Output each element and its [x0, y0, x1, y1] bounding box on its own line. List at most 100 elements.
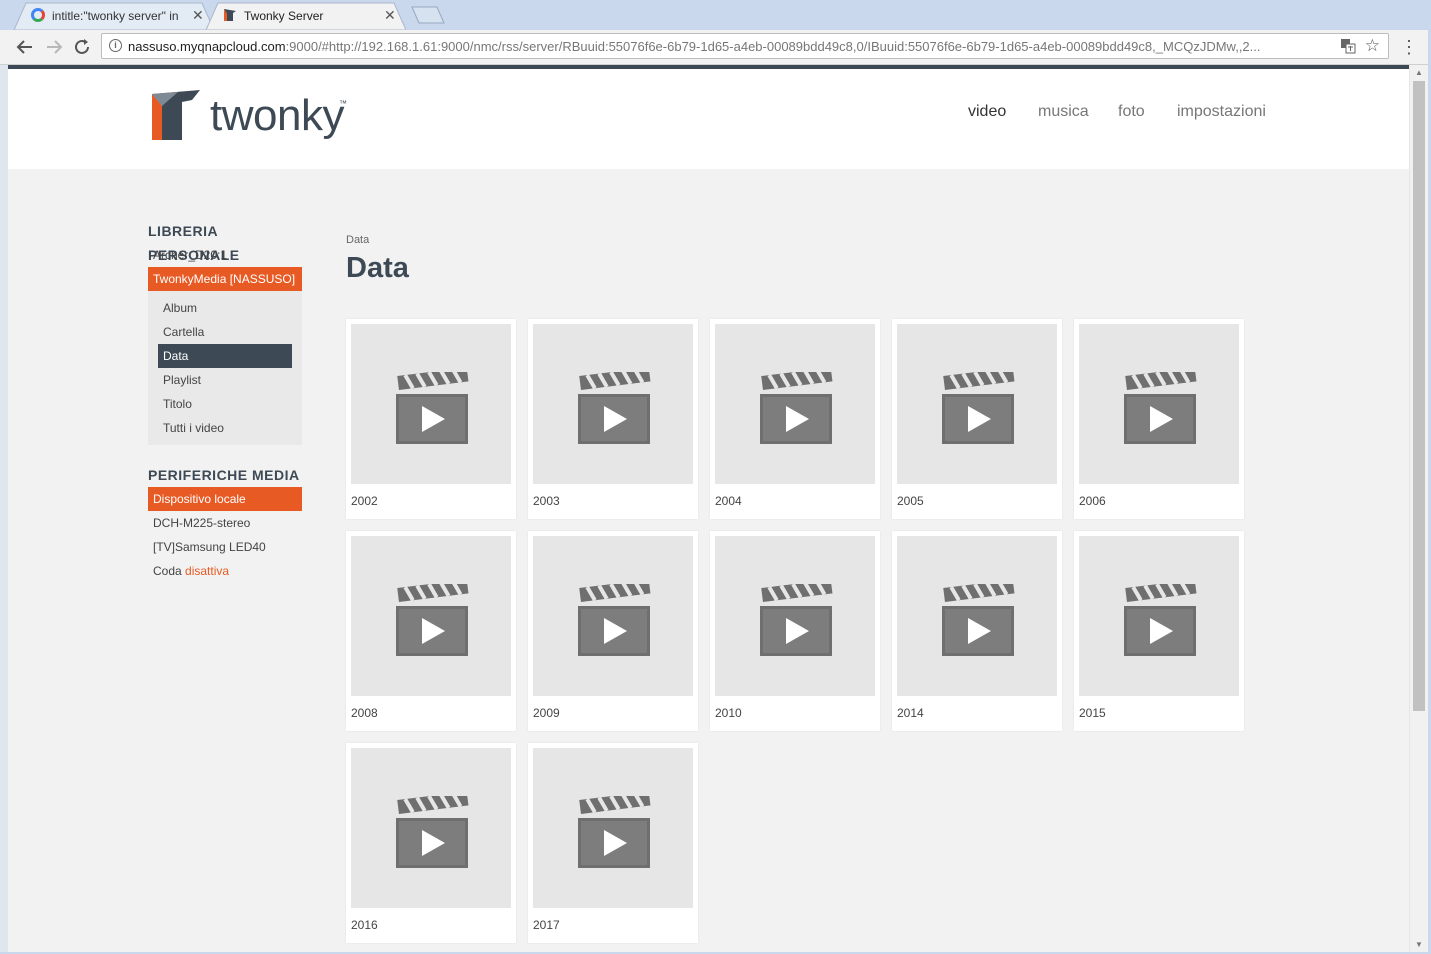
- logo-trademark: ™: [339, 99, 347, 108]
- video-folder-card[interactable]: 2002: [346, 319, 516, 519]
- queue-item: Coda disattiva: [148, 559, 302, 583]
- browser-menu-icon[interactable]: ⋮: [1400, 37, 1418, 57]
- video-thumbnail[interactable]: [1079, 536, 1239, 696]
- tab-title: Twonky Server: [244, 9, 324, 23]
- video-folder-card[interactable]: 2017: [528, 743, 698, 943]
- queue-label: Coda: [153, 564, 182, 578]
- close-icon[interactable]: ✕: [384, 7, 396, 24]
- sub-item-playlist[interactable]: Playlist: [148, 368, 302, 392]
- url-host: nassuso.myqnapcloud.com: [128, 39, 286, 54]
- video-thumbnail[interactable]: [1079, 324, 1239, 484]
- video-folder-label: 2003: [533, 494, 560, 508]
- device-item-local[interactable]: Dispositivo locale: [148, 487, 302, 511]
- tab-title: intitle:"twonky server" in: [52, 9, 179, 23]
- info-icon[interactable]: i: [109, 39, 122, 52]
- video-folder-label: 2008: [351, 706, 378, 720]
- devices-heading: PERIFERICHE MEDIA: [148, 467, 300, 483]
- video-thumbnail[interactable]: [715, 536, 875, 696]
- sub-item-titolo[interactable]: Titolo: [148, 392, 302, 416]
- nav-foto[interactable]: foto: [1118, 103, 1145, 121]
- google-icon: [31, 8, 45, 22]
- video-thumbnail[interactable]: [715, 324, 875, 484]
- scroll-up-icon[interactable]: ▲: [1410, 68, 1428, 77]
- video-clapper-icon: [1124, 372, 1197, 444]
- forward-icon[interactable]: [43, 36, 65, 58]
- video-folder-card[interactable]: 2009: [528, 531, 698, 731]
- back-icon[interactable]: [14, 36, 36, 58]
- device-item-samsung[interactable]: [TV]Samsung LED40: [148, 535, 302, 559]
- sub-item-album[interactable]: Album: [148, 296, 302, 320]
- video-folder-card[interactable]: 2010: [710, 531, 880, 731]
- nav-impostazioni[interactable]: impostazioni: [1177, 103, 1266, 121]
- video-folder-label: 2006: [1079, 494, 1106, 508]
- video-folder-label: 2014: [897, 706, 924, 720]
- nav-video[interactable]: video: [968, 103, 1006, 121]
- reload-icon[interactable]: [71, 36, 93, 58]
- video-folder-label: 2002: [351, 494, 378, 508]
- video-folder-label: 2005: [897, 494, 924, 508]
- sub-item-tutti-i-video[interactable]: Tutti i video: [148, 416, 302, 440]
- video-thumbnail[interactable]: [897, 536, 1057, 696]
- video-folder-label: 2015: [1079, 706, 1106, 720]
- browser-tab-google-search[interactable]: intitle:"twonky server" in ✕: [14, 2, 214, 30]
- video-clapper-icon: [1124, 584, 1197, 656]
- bookmark-star-icon[interactable]: ☆: [1365, 36, 1380, 56]
- twonky-logo-mark: [152, 90, 200, 140]
- sidebar: LIBRERIA PERSONALE Archer_D20:1 TwonkyMe…: [148, 219, 302, 583]
- site-header: twonky ™ video musica foto impostazioni: [8, 69, 1409, 169]
- video-folder-label: 2017: [533, 918, 560, 932]
- video-clapper-icon: [396, 796, 469, 868]
- scroll-down-icon[interactable]: ▼: [1410, 940, 1428, 949]
- video-folder-card[interactable]: 2005: [892, 319, 1062, 519]
- video-clapper-icon: [942, 584, 1015, 656]
- video-folder-card[interactable]: 2014: [892, 531, 1062, 731]
- video-thumbnail[interactable]: [351, 748, 511, 908]
- video-clapper-icon: [760, 372, 833, 444]
- video-thumbnail[interactable]: [897, 324, 1057, 484]
- library-item-archer[interactable]: Archer_D20:1: [148, 243, 302, 267]
- video-folder-label: 2004: [715, 494, 742, 508]
- video-thumbnail[interactable]: [533, 748, 693, 908]
- video-thumbnail[interactable]: [533, 324, 693, 484]
- new-tab-button[interactable]: [411, 6, 445, 24]
- browser-tab-strip: intitle:"twonky server" in ✕ Twonky Serv…: [0, 0, 1431, 30]
- page-viewport: twonky ™ video musica foto impostazioni …: [8, 65, 1409, 952]
- url-text: nassuso.myqnapcloud.com:9000/#http://192…: [128, 39, 1328, 54]
- library-heading: LIBRERIA PERSONALE: [148, 223, 240, 263]
- breadcrumb[interactable]: Data: [346, 234, 369, 246]
- twonky-logo[interactable]: twonky ™: [148, 88, 358, 144]
- url-path: :9000/#http://192.168.1.61:9000/nmc/rss/…: [285, 39, 1261, 54]
- video-clapper-icon: [396, 372, 469, 444]
- video-folder-card[interactable]: 2015: [1074, 531, 1244, 731]
- sub-item-cartella[interactable]: Cartella: [148, 320, 302, 344]
- scrollbar-thumb[interactable]: [1413, 81, 1425, 711]
- video-thumbnail[interactable]: [533, 536, 693, 696]
- video-folder-card[interactable]: 2016: [346, 743, 516, 943]
- video-thumbnail[interactable]: [351, 536, 511, 696]
- queue-state-link[interactable]: disattiva: [185, 564, 229, 578]
- video-folder-card[interactable]: 2008: [346, 531, 516, 731]
- video-folder-card[interactable]: 2003: [528, 319, 698, 519]
- video-clapper-icon: [760, 584, 833, 656]
- device-item-dch[interactable]: DCH-M225-stereo: [148, 511, 302, 535]
- library-item-twonkymedia[interactable]: TwonkyMedia [NASSUSO]: [148, 267, 302, 291]
- video-folder-card[interactable]: 2004: [710, 319, 880, 519]
- close-icon[interactable]: ✕: [192, 7, 204, 24]
- video-folder-label: 2009: [533, 706, 560, 720]
- twonky-icon: [223, 8, 237, 22]
- page-scrollbar[interactable]: ▲ ▼: [1409, 65, 1428, 952]
- sub-item-data[interactable]: Data: [158, 344, 292, 368]
- video-clapper-icon: [578, 796, 651, 868]
- video-thumbnail[interactable]: [351, 324, 511, 484]
- video-clapper-icon: [396, 584, 469, 656]
- browser-toolbar: i nassuso.myqnapcloud.com:9000/#http://1…: [0, 30, 1431, 65]
- video-clapper-icon: [942, 372, 1015, 444]
- translate-icon[interactable]: [1340, 38, 1356, 57]
- logo-wordmark: twonky: [210, 91, 344, 140]
- browser-tab-twonky[interactable]: Twonky Server ✕: [206, 2, 406, 30]
- nav-musica[interactable]: musica: [1038, 103, 1089, 121]
- video-folder-card[interactable]: 2006: [1074, 319, 1244, 519]
- page-title: Data: [346, 252, 409, 284]
- video-clapper-icon: [578, 584, 651, 656]
- address-bar[interactable]: i nassuso.myqnapcloud.com:9000/#http://1…: [101, 33, 1389, 59]
